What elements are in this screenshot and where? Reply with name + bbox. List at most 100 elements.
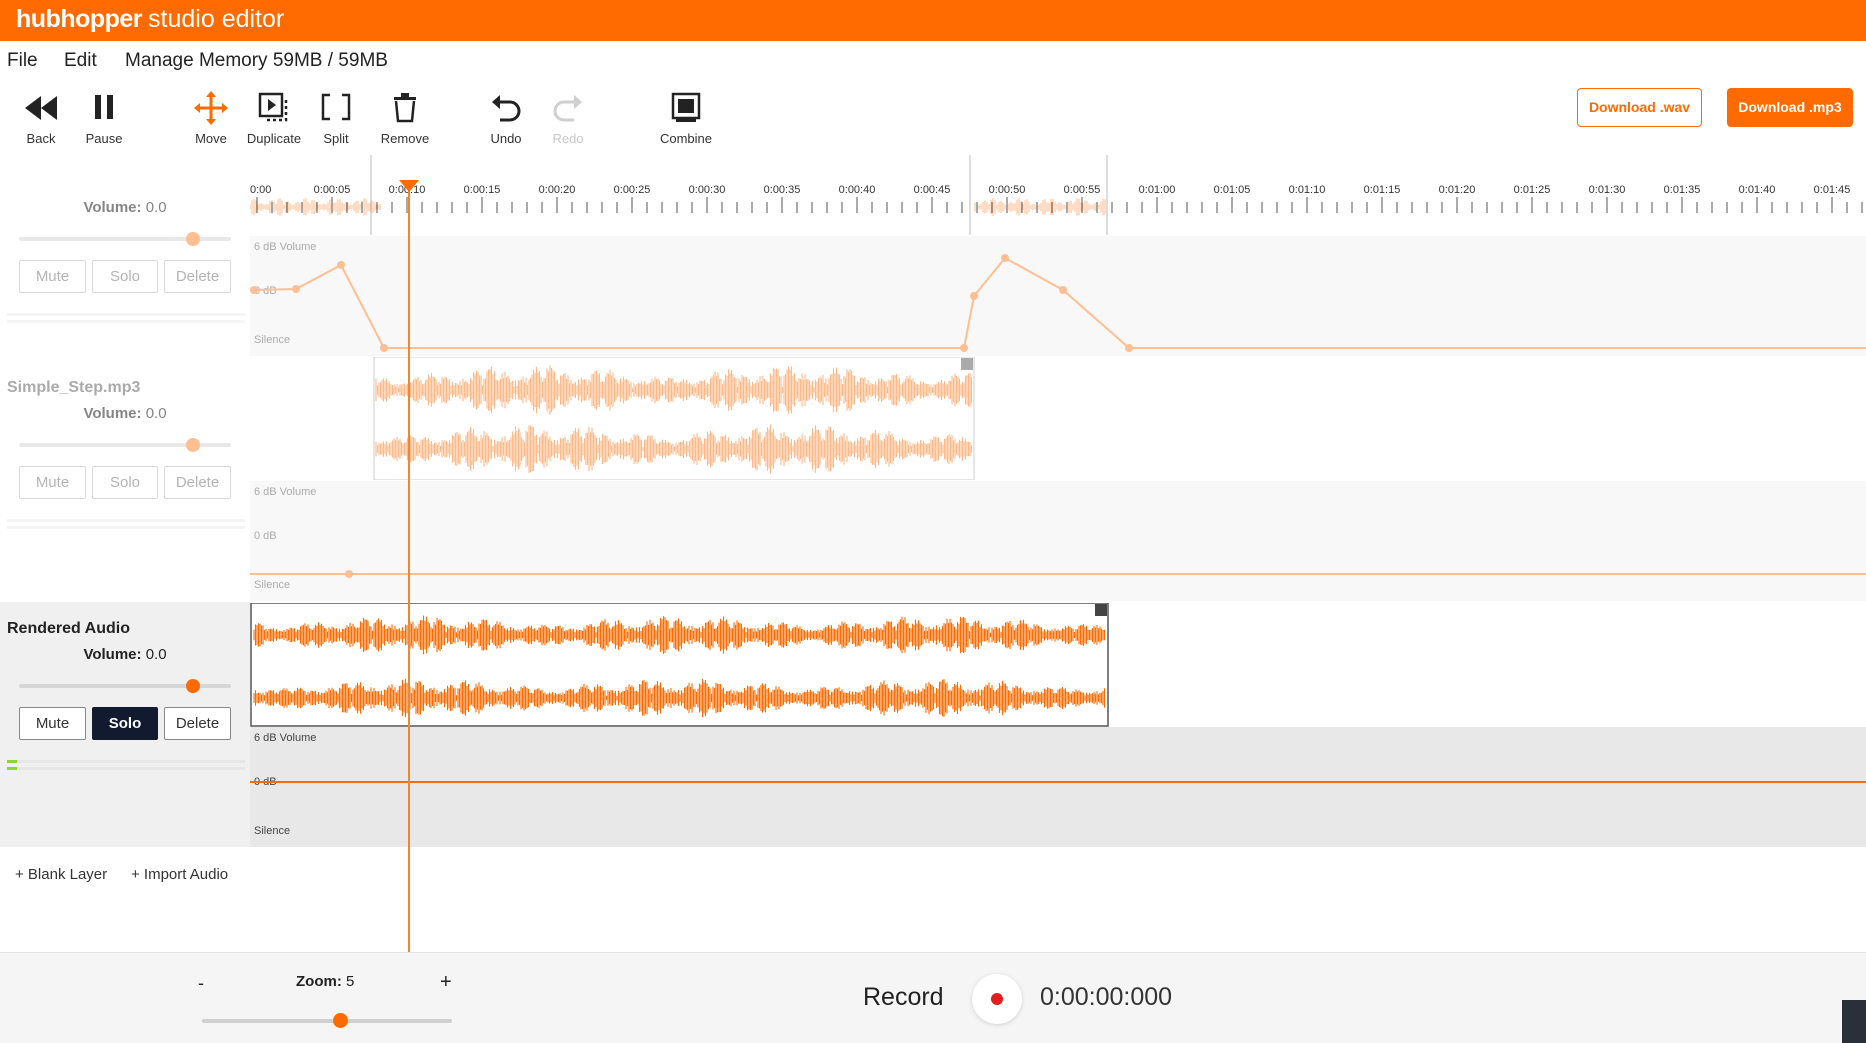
track-3-clip-lane[interactable] bbox=[250, 603, 1866, 727]
track-1-volume-readout: Volume: 0.0 bbox=[0, 199, 250, 216]
record-button[interactable] bbox=[972, 974, 1022, 1024]
track-1-solo-button[interactable]: Solo bbox=[92, 260, 158, 293]
download-wav-button[interactable]: Download .wav bbox=[1577, 88, 1702, 127]
track-2-volume-readout: Volume: 0.0 bbox=[0, 405, 250, 422]
menu-file[interactable]: File bbox=[7, 50, 38, 72]
track-2-mute-button[interactable]: Mute bbox=[19, 466, 86, 499]
slider-knob[interactable] bbox=[185, 438, 200, 452]
timeline-tick-label: 0:01:05 bbox=[1214, 184, 1251, 196]
zoom-value: 5 bbox=[346, 973, 355, 990]
split-bracket-icon bbox=[321, 93, 351, 121]
zoom-out-button[interactable]: - bbox=[198, 973, 204, 994]
slider-knob[interactable] bbox=[185, 232, 200, 246]
timeline-tick-label: 0:01:25 bbox=[1514, 184, 1551, 196]
track-3-mute-button[interactable]: Mute bbox=[19, 707, 86, 740]
app-brand: hubhopper studio editor bbox=[16, 3, 284, 35]
timeline-tick-label: 0:00:50 bbox=[989, 184, 1026, 196]
combine-button[interactable]: Combine bbox=[646, 88, 726, 154]
combine-label: Combine bbox=[659, 131, 713, 146]
pause-button[interactable]: Pause bbox=[64, 88, 144, 154]
track-2-volume-slider[interactable] bbox=[19, 438, 231, 452]
clip-resize-handle bbox=[961, 358, 973, 370]
timeline-ruler[interactable]: 0:00 0:00:05 0:00:10 0:00:15 0:00:20 0:00:25 0… bbox=[250, 155, 1866, 235]
track-3-delete-button[interactable]: Delete bbox=[164, 707, 231, 740]
track-2-clip-lane[interactable] bbox=[250, 357, 1866, 480]
playhead-line[interactable] bbox=[408, 180, 410, 953]
zoom-readout: Zoom: 5 bbox=[296, 973, 354, 990]
timeline-tick-label: 0:01:45 bbox=[1814, 184, 1851, 196]
undo-icon bbox=[492, 95, 521, 122]
timeline-tick-label: 0:00:55 bbox=[1064, 184, 1101, 196]
track-1-mute-button[interactable]: Mute bbox=[19, 260, 86, 293]
track-3-solo-button[interactable]: Solo bbox=[92, 707, 158, 740]
footer-bar: - Zoom: 5 + Record 0:00:00:000 bbox=[0, 952, 1866, 1043]
corner-logo bbox=[1842, 1000, 1866, 1043]
timeline-tick-label: 0:00:15 bbox=[464, 184, 501, 196]
menu-manage-memory[interactable]: Manage Memory 59MB / 59MB bbox=[125, 50, 388, 72]
track-2-audio-clip[interactable] bbox=[250, 357, 1866, 480]
timeline-tick-label: 0:00:05 bbox=[314, 184, 351, 196]
combine-icon bbox=[671, 92, 701, 122]
timeline-tick-label: 0:01:20 bbox=[1439, 184, 1476, 196]
record-timer: 0:00:00:000 bbox=[1040, 983, 1173, 1011]
track-1-envelope-curve[interactable] bbox=[250, 236, 1866, 356]
track-2-envelope-lane[interactable]: 6 dB Volume 0 dB Silence bbox=[250, 481, 1866, 601]
track-3-volume-readout: Volume: 0.0 bbox=[0, 646, 250, 663]
redo-icon bbox=[553, 95, 582, 122]
timeline-tick-label: 0:00:30 bbox=[689, 184, 726, 196]
remove-button[interactable]: Remove bbox=[365, 88, 445, 154]
slider-knob[interactable] bbox=[185, 679, 200, 693]
playhead-marker[interactable] bbox=[399, 180, 419, 192]
track-2-level-meter bbox=[7, 519, 245, 533]
track-3-name: Rendered Audio bbox=[7, 620, 130, 637]
track-2-solo-button[interactable]: Solo bbox=[92, 466, 158, 499]
volume-value: 0.0 bbox=[145, 405, 167, 422]
redo-label: Redo bbox=[552, 131, 584, 146]
timeline-tick-label: 0:00:45 bbox=[914, 184, 951, 196]
import-audio-button[interactable]: + Import Audio bbox=[131, 866, 228, 892]
track-1-volume-slider[interactable] bbox=[19, 232, 231, 246]
timeline-tick-label: 0:01:40 bbox=[1739, 184, 1776, 196]
track-1-level-meter bbox=[7, 313, 245, 327]
add-blank-layer-button[interactable]: + Blank Layer bbox=[15, 866, 107, 892]
zoom-slider[interactable] bbox=[202, 1013, 452, 1028]
record-label: Record bbox=[863, 983, 944, 1011]
track-3-audio-clip[interactable] bbox=[250, 603, 1866, 727]
timeline-tick-label: 0:00:25 bbox=[614, 184, 651, 196]
studio-editor: hubhopper studio editor File Edit Manage … bbox=[0, 0, 1866, 1043]
volume-label: Volume: bbox=[83, 199, 142, 216]
zoom-label: Zoom: bbox=[296, 973, 342, 990]
timeline-tick-label: 0:01:35 bbox=[1664, 184, 1701, 196]
zoom-slider-knob[interactable] bbox=[333, 1013, 348, 1028]
split-button[interactable]: Split bbox=[296, 88, 376, 154]
timeline-tick-label: 0:00:35 bbox=[764, 184, 801, 196]
track-3-envelope-lane[interactable]: 6 dB Volume 0 dB Silence bbox=[250, 727, 1866, 847]
split-label: Split bbox=[323, 131, 349, 146]
pause-label: Pause bbox=[85, 131, 123, 146]
track-1-envelope-lane[interactable]: 6 dB Volume 0 dB Silence bbox=[250, 236, 1866, 356]
timeline-tick-label: 0:01:00 bbox=[1139, 184, 1176, 196]
track-2-name: Simple_Step.mp3 bbox=[7, 379, 141, 396]
track-3-controls: Rendered Audio Volume: 0.0 Mute Solo Del… bbox=[0, 602, 250, 847]
redo-button[interactable]: Redo bbox=[528, 88, 608, 154]
track-2-delete-button[interactable]: Delete bbox=[164, 466, 231, 499]
brand-name: hubhopper bbox=[16, 5, 143, 33]
clip-resize-handle bbox=[1095, 604, 1107, 616]
app-header: hubhopper studio editor bbox=[0, 0, 1866, 41]
track-3-envelope-curve[interactable] bbox=[250, 727, 1866, 847]
timeline-tick-label: 0:00:20 bbox=[539, 184, 576, 196]
download-mp3-button[interactable]: Download .mp3 bbox=[1727, 88, 1853, 127]
track-3-level-meter bbox=[7, 760, 245, 774]
timeline-tick-label: 0:00:40 bbox=[839, 184, 876, 196]
track-3-volume-slider[interactable] bbox=[19, 679, 231, 693]
volume-label: Volume: bbox=[83, 405, 142, 422]
track-2-controls: Simple_Step.mp3 Volume: 0.0 Mute Solo De… bbox=[0, 361, 250, 606]
zoom-in-button[interactable]: + bbox=[440, 971, 452, 994]
pause-icon bbox=[95, 95, 113, 119]
menu-edit[interactable]: Edit bbox=[64, 50, 97, 72]
timeline-tick-label: 0:01:10 bbox=[1289, 184, 1326, 196]
track-2-envelope-curve[interactable] bbox=[250, 481, 1866, 601]
remove-label: Remove bbox=[380, 131, 430, 146]
track-1-delete-button[interactable]: Delete bbox=[164, 260, 231, 293]
move-arrows-icon bbox=[194, 91, 228, 125]
